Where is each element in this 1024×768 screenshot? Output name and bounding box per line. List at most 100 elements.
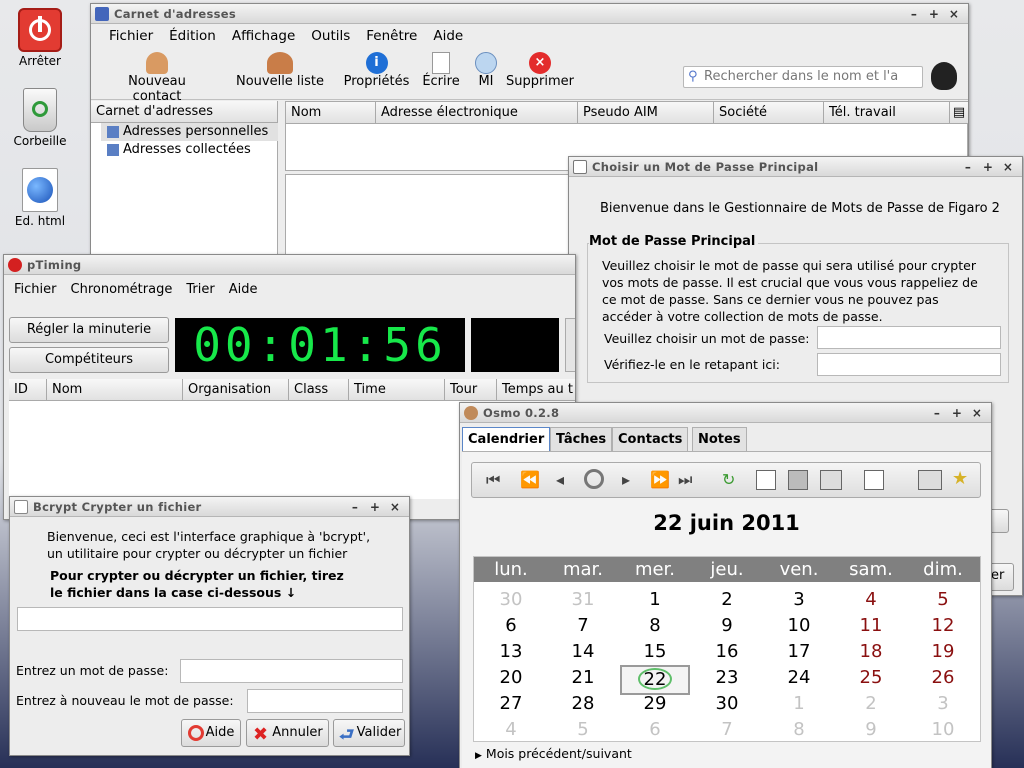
day-note-icon[interactable]	[864, 470, 884, 490]
figaro-side-button[interactable]	[989, 509, 1009, 533]
menu-fichier[interactable]: Fichier	[109, 28, 153, 44]
maximize-button[interactable]: +	[924, 7, 944, 21]
day-cell[interactable]: 21	[548, 665, 618, 691]
today-icon[interactable]	[584, 469, 604, 489]
col-aim[interactable]: Pseudo AIM	[578, 102, 714, 124]
day-cell[interactable]: 30	[476, 587, 546, 613]
minimize-button[interactable]: –	[904, 7, 924, 21]
col-organisation[interactable]: Organisation	[183, 379, 289, 401]
day-cell[interactable]: 26	[908, 665, 978, 691]
col-class[interactable]: Class	[289, 379, 349, 401]
new-list-button[interactable]: Nouvelle liste	[234, 52, 326, 89]
figaro-titlebar[interactable]: Choisir un Mot de Passe Principal – + ×	[569, 157, 1022, 177]
day-cell[interactable]: 20	[476, 665, 546, 691]
col-work-phone[interactable]: Tél. travail	[824, 102, 950, 124]
day-cell[interactable]: 30	[692, 691, 762, 717]
file-drop-field[interactable]	[17, 607, 403, 631]
prev-month-icon[interactable]: ⏪	[520, 470, 540, 489]
bcrypt-titlebar[interactable]: Bcrypt Crypter un fichier – + ×	[10, 497, 409, 517]
col-name[interactable]: Nom	[286, 102, 376, 124]
col-id[interactable]: ID	[9, 379, 47, 401]
menu-outils[interactable]: Outils	[311, 28, 350, 44]
preferences-icon[interactable]	[918, 470, 942, 490]
next-year-icon[interactable]: ⏭	[678, 470, 692, 490]
properties-button[interactable]: i Propriétés	[339, 52, 414, 89]
day-cell[interactable]: 1	[764, 691, 834, 717]
osmo-titlebar[interactable]: Osmo 0.2.8 – + ×	[460, 403, 991, 423]
ptiming-titlebar[interactable]: pTiming	[4, 255, 575, 275]
maximize-button[interactable]: +	[365, 500, 385, 514]
new-contact-button[interactable]: Nouveau contact	[107, 52, 207, 104]
day-cell[interactable]: 8	[764, 717, 834, 743]
tree-item-personal[interactable]: Adresses personnelles	[101, 123, 278, 141]
maximize-button[interactable]: +	[978, 160, 998, 174]
menu-edition[interactable]: Édition	[169, 28, 216, 44]
day-cell[interactable]: 10	[908, 717, 978, 743]
menu-aide[interactable]: Aide	[229, 282, 258, 297]
minimize-button[interactable]: –	[345, 500, 365, 514]
day-cell[interactable]: 15	[620, 639, 690, 665]
day-cell[interactable]: 7	[548, 613, 618, 639]
addressbook-titlebar[interactable]: Carnet d'adresses – + ×	[91, 4, 968, 24]
col-time[interactable]: Time	[349, 379, 445, 401]
day-cell[interactable]: 4	[476, 717, 546, 743]
day-cell[interactable]: 3	[908, 691, 978, 717]
cancel-button[interactable]: ✖ Annuler	[246, 719, 329, 747]
tree-header[interactable]: Carnet d'adresses	[91, 101, 278, 123]
help-button[interactable]: Aide	[181, 719, 241, 747]
jump-to-date-icon[interactable]: ↻	[722, 470, 735, 489]
set-timer-button[interactable]: Régler la minuterie	[9, 317, 169, 343]
day-cell[interactable]: 28	[548, 691, 618, 717]
day-cell[interactable]: 24	[764, 665, 834, 691]
menu-affichage[interactable]: Affichage	[232, 28, 295, 44]
day-cell[interactable]: 18	[836, 639, 906, 665]
write-button[interactable]: Écrire	[417, 52, 465, 89]
day-cell[interactable]: 13	[476, 639, 546, 665]
prev-day-icon[interactable]: ◂	[556, 470, 564, 489]
day-cell[interactable]: 16	[692, 639, 762, 665]
day-cell[interactable]: 5	[908, 587, 978, 613]
day-cell[interactable]: 9	[692, 613, 762, 639]
day-cell[interactable]: 19	[908, 639, 978, 665]
day-cell[interactable]: 9	[836, 717, 906, 743]
search-input[interactable]: ⚲ Rechercher dans le nom et l'a	[683, 66, 923, 88]
print-icon[interactable]	[820, 470, 842, 490]
day-cell[interactable]: 4	[836, 587, 906, 613]
desktop-icon-trash[interactable]: Corbeille	[0, 88, 80, 148]
day-cell[interactable]: 5	[548, 717, 618, 743]
im-button[interactable]: MI	[471, 52, 501, 89]
day-cell[interactable]: 10	[764, 613, 834, 639]
tab-notes[interactable]: Notes	[692, 427, 747, 451]
password-confirm-field[interactable]	[817, 353, 1001, 376]
prev-year-icon[interactable]: ⏮	[486, 470, 500, 490]
close-button[interactable]: ×	[998, 160, 1018, 174]
minimize-button[interactable]: –	[927, 406, 947, 420]
day-cell[interactable]: 6	[476, 613, 546, 639]
full-year-icon[interactable]	[756, 470, 776, 490]
day-cell[interactable]: 11	[836, 613, 906, 639]
tree-item-collected[interactable]: Adresses collectées	[101, 141, 278, 159]
menu-fenetre[interactable]: Fenêtre	[366, 28, 417, 44]
close-button[interactable]: ×	[385, 500, 405, 514]
minimize-button[interactable]: –	[958, 160, 978, 174]
tab-taches[interactable]: Tâches	[550, 427, 613, 451]
column-picker-icon[interactable]: ▤	[950, 102, 968, 124]
day-cell[interactable]: 8	[620, 613, 690, 639]
day-cell[interactable]: 31	[548, 587, 618, 613]
col-tour[interactable]: Tour	[445, 379, 497, 401]
day-cell[interactable]: 3	[764, 587, 834, 613]
password-confirm-field[interactable]	[247, 689, 403, 713]
delete-button[interactable]: × Supprimer	[505, 52, 575, 89]
next-day-icon[interactable]: ▸	[622, 470, 630, 489]
calculator-icon[interactable]	[788, 470, 808, 490]
desktop-icon-shutdown[interactable]: Arrêter	[0, 8, 80, 68]
about-star-icon[interactable]: ★	[952, 468, 968, 489]
prev-next-month-expander[interactable]: ▶ Mois précédent/suivant	[475, 746, 632, 761]
day-cell[interactable]: 29	[620, 691, 690, 717]
day-cell[interactable]: 17	[764, 639, 834, 665]
competitors-button[interactable]: Compétiteurs	[9, 347, 169, 373]
col-company[interactable]: Société	[714, 102, 824, 124]
password-field[interactable]	[180, 659, 403, 683]
menu-fichier[interactable]: Fichier	[14, 282, 57, 297]
day-cell[interactable]: 2	[836, 691, 906, 717]
